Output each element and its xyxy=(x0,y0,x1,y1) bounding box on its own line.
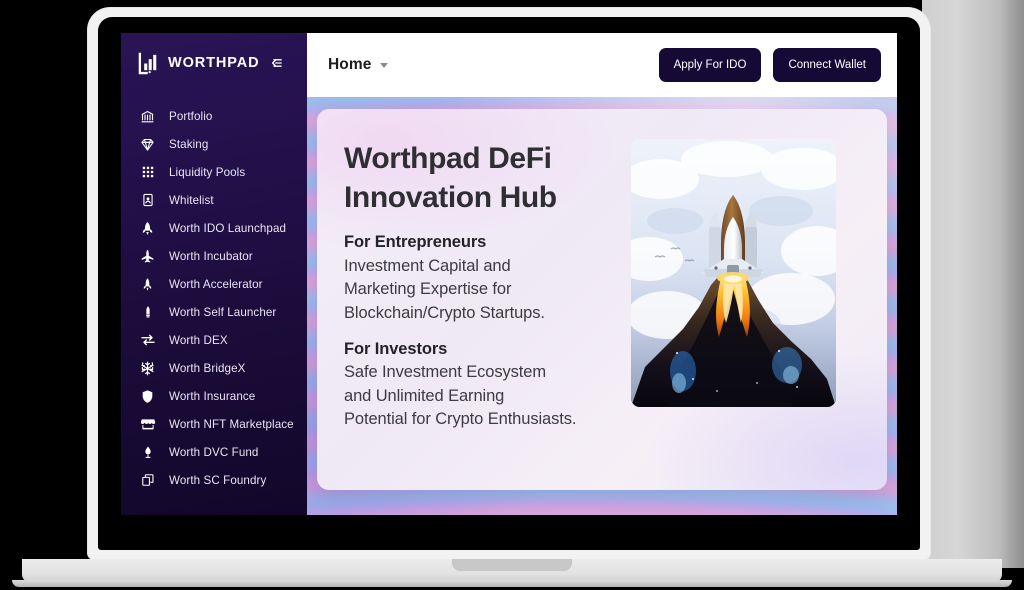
entrepreneurs-block: For Entrepreneurs Investment Capital and… xyxy=(344,231,623,325)
sidebar-item-worth-bridgex[interactable]: Worth BridgeX xyxy=(121,354,307,382)
capsule-icon xyxy=(139,304,156,321)
entrepreneurs-line-1: Investment Capital and xyxy=(344,256,511,275)
worthpad-bars-logo-icon xyxy=(137,52,160,75)
entrepreneurs-line-3: Blockchain/Crypto Startups. xyxy=(344,303,545,322)
hero-title-line-1: Worthpad DeFi xyxy=(344,142,552,175)
id-badge-icon xyxy=(139,192,156,209)
app-screen: WORTHPAD Portfolio Staking Liquidity Poo… xyxy=(121,33,897,515)
sidebar-item-whitelist[interactable]: Whitelist xyxy=(121,186,307,214)
sidebar-item-worth-nft-marketplace[interactable]: Worth NFT Marketplace xyxy=(121,410,307,438)
sidebar-item-worth-accelerator[interactable]: Worth Accelerator xyxy=(121,270,307,298)
investors-heading: For Investors xyxy=(344,340,448,359)
sidebar-item-worth-incubator[interactable]: Worth Incubator xyxy=(121,242,307,270)
hero-card: Worthpad DeFi Innovation Hub For Entrepr… xyxy=(317,109,887,490)
brand-name: WORTHPAD xyxy=(168,55,260,71)
jet-plane-icon xyxy=(139,248,156,265)
sidebar-item-worth-dex[interactable]: Worth DEX xyxy=(121,326,307,354)
sidebar: WORTHPAD Portfolio Staking Liquidity Poo… xyxy=(121,33,307,515)
connect-wallet-button[interactable]: Connect Wallet xyxy=(773,48,881,82)
flame-drop-icon xyxy=(139,444,156,461)
home-dropdown-label: Home xyxy=(328,56,372,73)
storefront-icon xyxy=(139,416,156,433)
hero-title: Worthpad DeFi Innovation Hub xyxy=(344,140,623,217)
apply-for-ido-button[interactable]: Apply For IDO xyxy=(658,48,762,82)
collapse-sidebar-arrow-icon[interactable] xyxy=(269,54,287,72)
investors-line-3: Potential for Crypto Enthusiasts. xyxy=(344,410,577,429)
sidebar-item-worth-dvc-fund[interactable]: Worth DVC Fund xyxy=(121,438,307,466)
entrepreneurs-line-2: Marketing Expertise for xyxy=(344,280,512,299)
diamond-icon xyxy=(139,136,156,153)
sidebar-item-label: Worth BridgeX xyxy=(169,361,246,375)
brand-header: WORTHPAD xyxy=(121,33,307,93)
space-shuttle-launch-illustration xyxy=(631,139,836,407)
sidebar-item-label: Staking xyxy=(169,137,209,151)
laptop-base-foot xyxy=(12,580,1012,587)
sidebar-item-label: Portfolio xyxy=(169,109,213,123)
grid-dots-icon xyxy=(139,164,156,181)
sidebar-item-worth-insurance[interactable]: Worth Insurance xyxy=(121,382,307,410)
chevron-down-icon xyxy=(380,62,389,68)
home-dropdown[interactable]: Home xyxy=(328,56,389,74)
laptop-mockup-scene: WORTHPAD Portfolio Staking Liquidity Poo… xyxy=(0,0,1024,590)
sidebar-item-label: Worth DVC Fund xyxy=(169,445,259,459)
copy-layers-icon xyxy=(139,472,156,489)
exchange-arrows-icon xyxy=(139,332,156,349)
snowflake-icon xyxy=(139,360,156,377)
sidebar-item-worth-self-launcher[interactable]: Worth Self Launcher xyxy=(121,298,307,326)
topbar: Home Apply For IDO Connect Wallet xyxy=(307,33,897,97)
sidebar-item-label: Worth DEX xyxy=(169,333,228,347)
topbar-actions: Apply For IDO Connect Wallet xyxy=(658,48,881,82)
sidebar-item-label: Whitelist xyxy=(169,193,214,207)
sidebar-item-label: Worth Incubator xyxy=(169,249,253,263)
sidebar-item-worth-ido-launchpad[interactable]: Worth IDO Launchpad xyxy=(121,214,307,242)
sidebar-item-label: Liquidity Pools xyxy=(169,165,246,179)
sidebar-item-portfolio[interactable]: Portfolio xyxy=(121,102,307,130)
sidebar-item-label: Worth NFT Marketplace xyxy=(169,417,294,431)
bank-icon xyxy=(139,108,156,125)
shield-icon xyxy=(139,388,156,405)
investors-block: For Investors Safe Investment Ecosystem … xyxy=(344,338,623,432)
hero-text-column: Worthpad DeFi Innovation Hub For Entrepr… xyxy=(317,109,623,490)
investors-line-2: and Unlimited Earning xyxy=(344,386,505,405)
sidebar-item-label: Worth IDO Launchpad xyxy=(169,221,287,235)
investors-line-1: Safe Investment Ecosystem xyxy=(344,363,547,382)
sidebar-item-staking[interactable]: Staking xyxy=(121,130,307,158)
sidebar-item-label: Worth Insurance xyxy=(169,389,256,403)
sidebar-item-label: Worth Self Launcher xyxy=(169,305,277,319)
hero-title-line-2: Innovation Hub xyxy=(344,180,557,214)
background-right-glow xyxy=(922,0,1024,568)
sidebar-item-label: Worth Accelerator xyxy=(169,277,263,291)
sidebar-item-label: Worth SC Foundry xyxy=(169,473,267,487)
laptop-base-notch xyxy=(452,559,572,571)
rocket-thin-icon xyxy=(139,276,156,293)
sidebar-nav: Portfolio Staking Liquidity Pools Whitel… xyxy=(121,93,307,494)
sidebar-item-liquidity-pools[interactable]: Liquidity Pools xyxy=(121,158,307,186)
rocket-icon xyxy=(139,220,156,237)
entrepreneurs-heading: For Entrepreneurs xyxy=(344,233,487,252)
sidebar-item-worth-sc-foundry[interactable]: Worth SC Foundry xyxy=(121,466,307,494)
